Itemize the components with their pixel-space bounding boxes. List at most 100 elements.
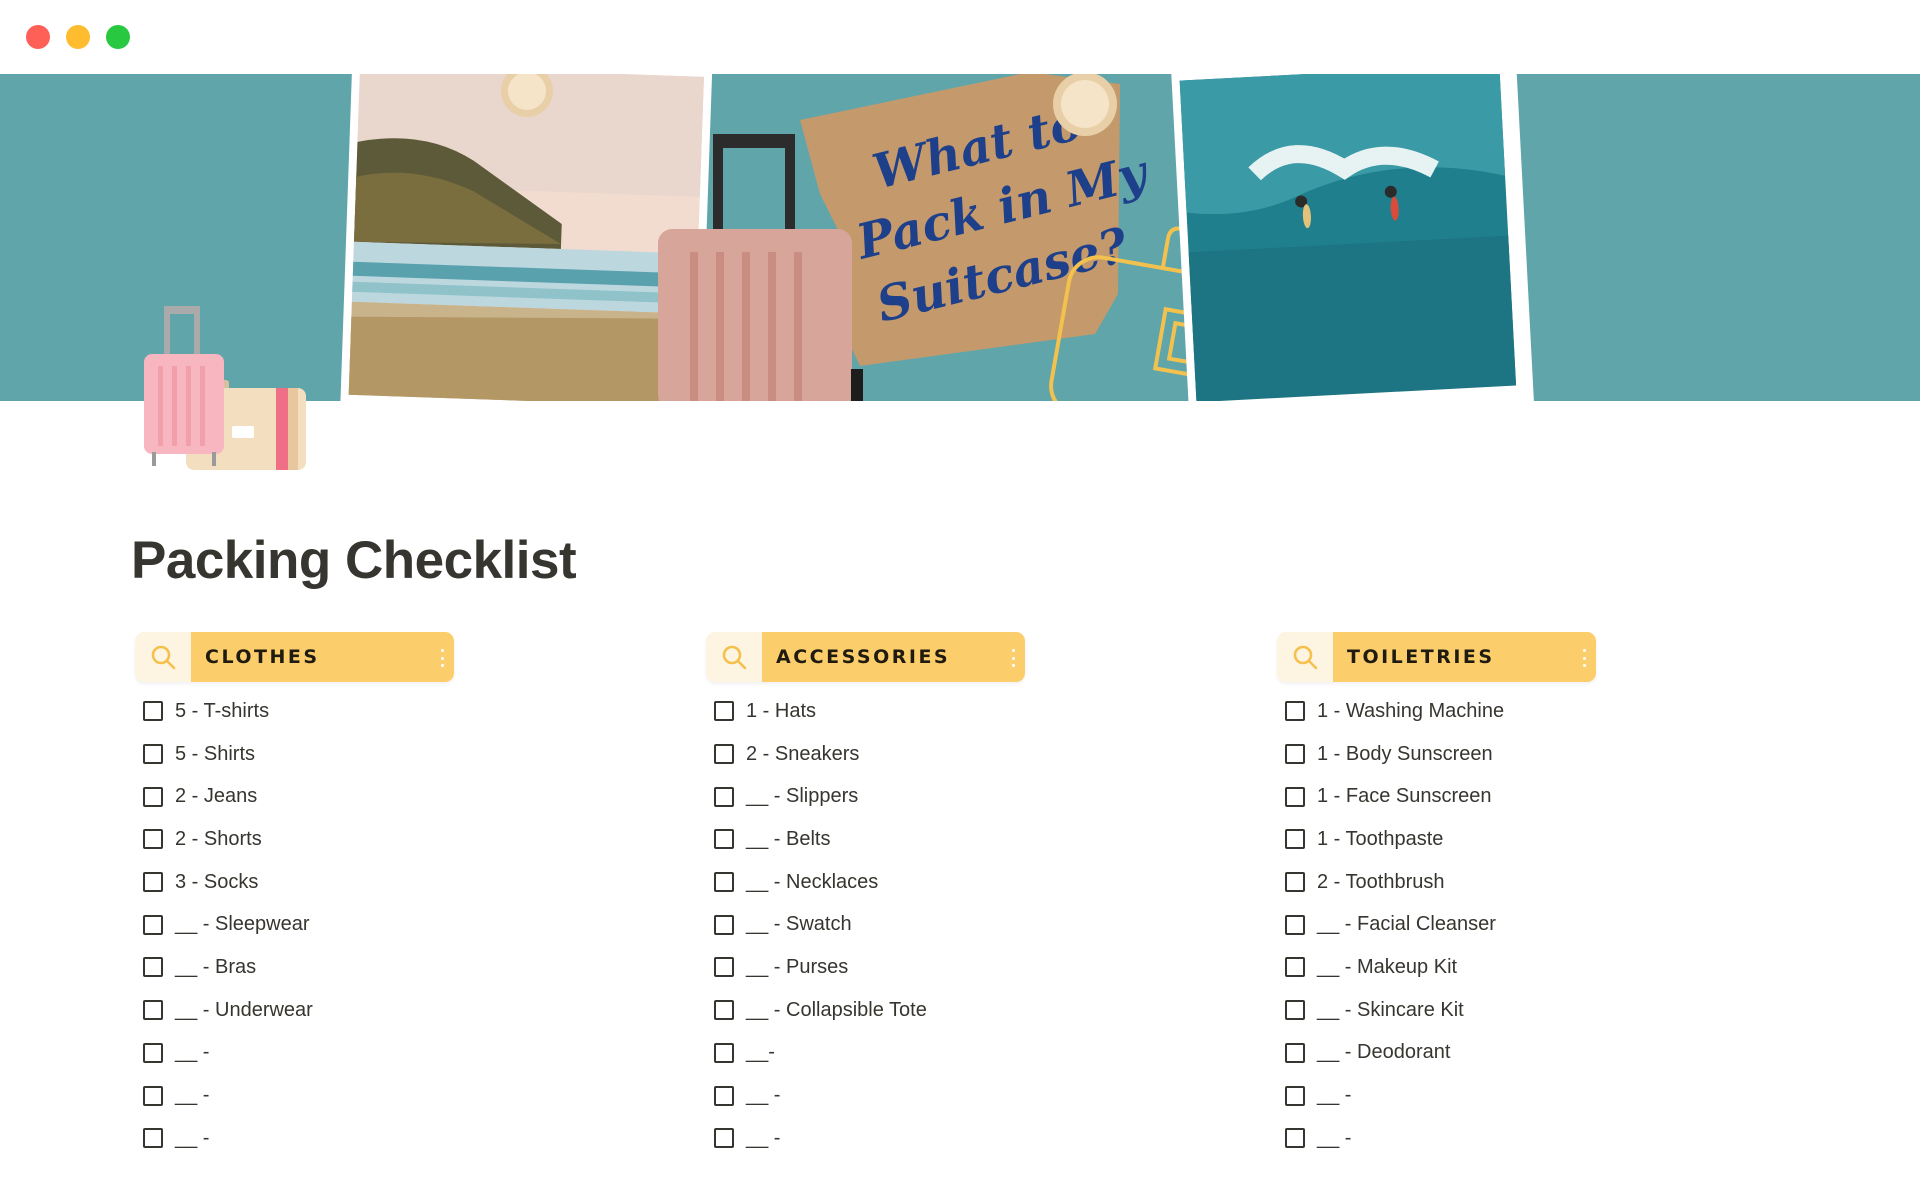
checkbox[interactable]: [714, 744, 734, 765]
checklist-item-text[interactable]: 5 - Shirts: [175, 743, 255, 766]
checklist-item: __ - Deodorant: [1277, 1032, 1797, 1075]
checkbox[interactable]: [143, 786, 163, 807]
checklist-item-text[interactable]: __ - Sleepwear: [175, 913, 310, 936]
checklist-item-text[interactable]: 2 - Jeans: [175, 785, 257, 808]
checklist-item-text[interactable]: __ - Purses: [746, 956, 848, 979]
checklist-item-text[interactable]: 2 - Sneakers: [746, 743, 859, 766]
checkbox[interactable]: [1285, 957, 1305, 978]
checklist-item: 2 - Toothbrush: [1277, 861, 1797, 904]
minimize-window-button[interactable]: [66, 25, 90, 49]
checkbox[interactable]: [143, 829, 163, 850]
checklist: 5 - T-shirts 5 - Shirts 2 - Jeans 2 - Sh…: [135, 690, 655, 1160]
checkbox[interactable]: [1285, 1085, 1305, 1106]
checklist-item-text[interactable]: __-: [746, 1041, 775, 1064]
checklist-item-text[interactable]: __ - Slippers: [746, 785, 858, 808]
checkbox[interactable]: [143, 957, 163, 978]
checkbox[interactable]: [714, 1042, 734, 1063]
checkbox[interactable]: [143, 1042, 163, 1063]
luggage-icon[interactable]: [136, 302, 316, 472]
search-icon[interactable]: [135, 632, 191, 682]
page-title[interactable]: Packing Checklist: [131, 530, 577, 591]
checklist-item: 1 - Hats: [706, 690, 1226, 733]
checkbox[interactable]: [714, 786, 734, 807]
checkbox[interactable]: [714, 701, 734, 722]
window-titlebar: [0, 0, 1920, 74]
checklist-item: __ - Collapsible Tote: [706, 989, 1226, 1032]
surfers-photo: [1171, 74, 1535, 401]
checklist-item: 1 - Washing Machine: [1277, 690, 1797, 733]
checklist-item-text[interactable]: __ - Bras: [175, 956, 256, 979]
checklist-item-text[interactable]: 2 - Shorts: [175, 828, 262, 851]
checklist-item-text[interactable]: 1 - Body Sunscreen: [1317, 743, 1493, 766]
checkbox[interactable]: [714, 829, 734, 850]
checkbox[interactable]: [143, 701, 163, 722]
checklist-item-text[interactable]: 1 - Face Sunscreen: [1317, 785, 1492, 808]
checklist-item-text[interactable]: __ - Facial Cleanser: [1317, 913, 1496, 936]
more-options-icon[interactable]: [1582, 649, 1586, 667]
checklist-item-text[interactable]: __ - Swatch: [746, 913, 852, 936]
checkbox[interactable]: [1285, 872, 1305, 893]
checklist-item-text[interactable]: 5 - T-shirts: [175, 700, 269, 723]
checkbox[interactable]: [714, 957, 734, 978]
checkbox[interactable]: [1285, 786, 1305, 807]
checkbox[interactable]: [143, 1128, 163, 1149]
zoom-window-button[interactable]: [106, 25, 130, 49]
close-window-button[interactable]: [26, 25, 50, 49]
checkbox[interactable]: [714, 1128, 734, 1149]
checklist-item-text[interactable]: 1 - Washing Machine: [1317, 700, 1504, 723]
checklist-item-text[interactable]: __ -: [746, 1127, 780, 1150]
checklist-item-text[interactable]: __ - Underwear: [175, 999, 313, 1022]
checkbox[interactable]: [1285, 701, 1305, 722]
checklist-item-text[interactable]: 2 - Toothbrush: [1317, 871, 1445, 894]
checklist-item-text[interactable]: __ - Deodorant: [1317, 1041, 1450, 1064]
checklist-item-text[interactable]: 1 - Toothpaste: [1317, 828, 1443, 851]
checkbox[interactable]: [714, 914, 734, 935]
category-header[interactable]: ACCESSORIES: [706, 632, 1025, 682]
checklist-item-text[interactable]: __ -: [175, 1127, 209, 1150]
checklist-item-text[interactable]: __ -: [1317, 1084, 1351, 1107]
checkbox[interactable]: [714, 872, 734, 893]
checkbox[interactable]: [1285, 914, 1305, 935]
checkbox[interactable]: [143, 744, 163, 765]
checkbox[interactable]: [1285, 1128, 1305, 1149]
checklist-item-text[interactable]: __ -: [175, 1084, 209, 1107]
checklist-item-text[interactable]: __ - Necklaces: [746, 871, 878, 894]
checklist-item: 5 - T-shirts: [135, 690, 655, 733]
checkbox[interactable]: [143, 1085, 163, 1106]
more-options-icon[interactable]: [1011, 649, 1015, 667]
search-icon[interactable]: [1277, 632, 1333, 682]
category-title: ACCESSORIES: [762, 632, 1025, 682]
checklist-item: __ -: [135, 1032, 655, 1075]
checklist-item-text[interactable]: __ -: [746, 1084, 780, 1107]
checklist-item: __ -: [135, 1117, 655, 1160]
more-options-icon[interactable]: [440, 649, 444, 667]
category-header[interactable]: TOILETRIES: [1277, 632, 1596, 682]
checkbox[interactable]: [143, 1000, 163, 1021]
checkbox[interactable]: [714, 1085, 734, 1106]
checklist-item: __ - Belts: [706, 818, 1226, 861]
category-title: TOILETRIES: [1333, 632, 1596, 682]
checkbox[interactable]: [714, 1000, 734, 1021]
checklist-item-text[interactable]: __ -: [175, 1041, 209, 1064]
checkbox[interactable]: [143, 872, 163, 893]
checklist-item: __ - Skincare Kit: [1277, 989, 1797, 1032]
checklist-item-text[interactable]: 3 - Socks: [175, 871, 258, 894]
category-header[interactable]: CLOTHES: [135, 632, 454, 682]
checklist-item: 2 - Jeans: [135, 775, 655, 818]
checklist-item: __ -: [706, 1074, 1226, 1117]
checklist-item-text[interactable]: __ - Makeup Kit: [1317, 956, 1457, 979]
checklist-item-text[interactable]: __ - Collapsible Tote: [746, 999, 927, 1022]
checklist-item-text[interactable]: 1 - Hats: [746, 700, 816, 723]
checklist-item-text[interactable]: __ -: [1317, 1127, 1351, 1150]
search-icon[interactable]: [706, 632, 762, 682]
checkbox[interactable]: [143, 914, 163, 935]
checklist-item: __ -: [1277, 1117, 1797, 1160]
checklist-item: __-: [706, 1032, 1226, 1075]
checkbox[interactable]: [1285, 829, 1305, 850]
checkbox[interactable]: [1285, 744, 1305, 765]
checklist-item-text[interactable]: __ - Skincare Kit: [1317, 999, 1464, 1022]
checklist-item: __ - Slippers: [706, 775, 1226, 818]
checklist-item-text[interactable]: __ - Belts: [746, 828, 830, 851]
checkbox[interactable]: [1285, 1042, 1305, 1063]
checkbox[interactable]: [1285, 1000, 1305, 1021]
